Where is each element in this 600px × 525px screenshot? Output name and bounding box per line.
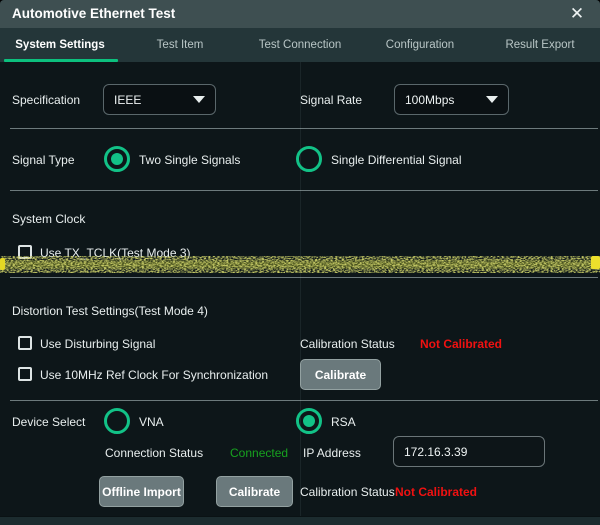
connection-status-label: Connection Status <box>105 446 203 460</box>
radio-label-single-differential-signal: Single Differential Signal <box>331 153 462 167</box>
tab-configuration[interactable]: Configuration <box>360 28 480 62</box>
device-calibration-status-value: Not Calibrated <box>395 485 477 499</box>
chevron-down-icon <box>193 96 205 103</box>
device-select-label: Device Select <box>12 415 85 429</box>
radio-vna[interactable] <box>104 408 130 434</box>
use-10mhz-refclock-checkbox[interactable] <box>18 367 32 381</box>
automotive-ethernet-test-dialog: Automotive Ethernet Test ✕ System Settin… <box>0 0 600 525</box>
ip-address-label: IP Address <box>303 446 361 460</box>
waveform-trace <box>0 256 600 273</box>
radio-two-single-signals[interactable] <box>104 146 130 172</box>
radio-label-rsa: RSA <box>331 415 356 429</box>
waveform-marker-left <box>0 258 5 270</box>
tab-test-item[interactable]: Test Item <box>120 28 240 62</box>
device-calibration-status-label: Calibration Status <box>300 485 395 499</box>
signal-type-label: Signal Type <box>12 153 75 167</box>
calibration-status-value: Not Calibrated <box>420 337 502 351</box>
graticule-center-line <box>300 62 301 516</box>
radio-label-two-single-signals: Two Single Signals <box>139 153 240 167</box>
waveform-marker-right <box>591 256 600 269</box>
tab-test-connection[interactable]: Test Connection <box>240 28 360 62</box>
divider <box>10 128 598 129</box>
radio-single-differential-signal[interactable] <box>296 146 322 172</box>
window-title: Automotive Ethernet Test <box>12 0 175 28</box>
calibration-status-label: Calibration Status <box>300 337 395 351</box>
device-calibrate-button[interactable]: Calibrate <box>216 476 293 507</box>
offline-import-button[interactable]: Offline Import <box>99 476 184 507</box>
specification-dropdown[interactable]: IEEE <box>103 84 216 115</box>
chevron-down-icon <box>486 96 498 103</box>
tab-result-export[interactable]: Result Export <box>480 28 600 62</box>
calibrate-button[interactable]: Calibrate <box>300 359 381 390</box>
radio-label-vna: VNA <box>139 415 164 429</box>
signal-rate-dropdown[interactable]: 100Mbps <box>394 84 509 115</box>
divider <box>10 400 598 401</box>
close-button[interactable]: ✕ <box>560 0 594 28</box>
radio-rsa[interactable] <box>296 408 322 434</box>
close-icon: ✕ <box>570 4 584 23</box>
specification-value: IEEE <box>114 93 141 107</box>
divider <box>10 190 598 191</box>
screen-edge-strip <box>0 516 600 525</box>
tab-bar: System Settings Test Item Test Connectio… <box>0 28 600 62</box>
ip-address-input[interactable] <box>393 436 545 467</box>
divider <box>10 277 598 278</box>
use-disturbing-signal-checkbox[interactable] <box>18 336 32 350</box>
use-disturbing-signal-label: Use Disturbing Signal <box>40 337 155 351</box>
connection-status-value: Connected <box>230 446 288 460</box>
tab-system-settings[interactable]: System Settings <box>0 28 120 62</box>
title-bar: Automotive Ethernet Test ✕ <box>0 0 600 28</box>
specification-label: Specification <box>12 93 80 107</box>
system-clock-title: System Clock <box>12 212 85 226</box>
signal-rate-label: Signal Rate <box>300 93 362 107</box>
use-10mhz-refclock-label: Use 10MHz Ref Clock For Synchronization <box>40 368 268 382</box>
distortion-settings-title: Distortion Test Settings(Test Mode 4) <box>12 304 208 318</box>
signal-rate-value: 100Mbps <box>405 93 454 107</box>
